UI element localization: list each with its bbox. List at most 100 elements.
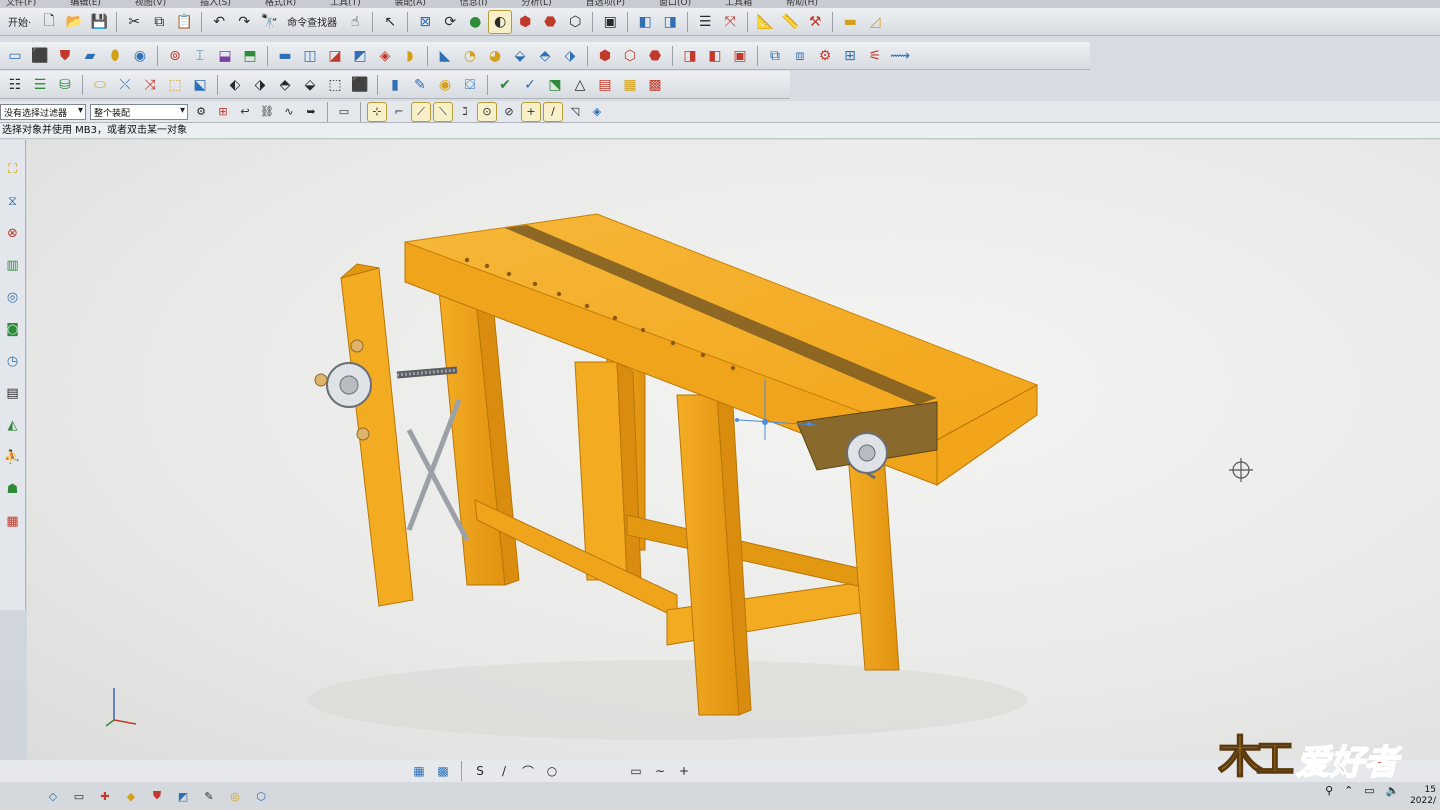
verify-icon[interactable]: ✓ bbox=[519, 74, 541, 96]
warning-triangle-icon[interactable]: △ bbox=[569, 74, 591, 96]
boss-icon[interactable]: ⌶ bbox=[189, 45, 211, 67]
manufacturing-wizard-icon[interactable]: ◭ bbox=[3, 414, 23, 436]
pen-icon[interactable]: ✎ bbox=[409, 74, 431, 96]
background-icon[interactable]: ▣ bbox=[599, 11, 621, 33]
menu-item[interactable]: 信息(I) bbox=[460, 0, 488, 8]
move-object-icon[interactable]: ⤧ bbox=[719, 11, 741, 33]
move-component-icon[interactable]: ⬣ bbox=[644, 45, 666, 67]
menu-item[interactable]: 工具(T) bbox=[330, 0, 361, 8]
menu-item[interactable]: 首选项(P) bbox=[586, 0, 625, 8]
paint-icon[interactable]: ⛋ bbox=[459, 74, 481, 96]
profile-icon[interactable]: S bbox=[471, 762, 489, 780]
image-capture-icon[interactable]: ▦ bbox=[619, 74, 641, 96]
layer-settings-icon[interactable]: ☰ bbox=[694, 11, 716, 33]
check-icon[interactable]: ✔ bbox=[494, 74, 516, 96]
workbench-model[interactable] bbox=[27, 140, 1440, 760]
shaded-render-icon[interactable]: ● bbox=[464, 11, 486, 33]
rotate-view-icon[interactable]: ⟳ bbox=[439, 11, 461, 33]
bounded-grid-snap-icon[interactable]: ◈ bbox=[588, 103, 606, 121]
stack-icon[interactable]: ☰ bbox=[29, 74, 51, 96]
render-style-icon[interactable]: ◐ bbox=[488, 9, 513, 34]
palette-icon[interactable]: ▦ bbox=[3, 510, 23, 532]
line-icon[interactable]: / bbox=[495, 762, 513, 780]
shaded-with-edges-icon[interactable]: ⬢ bbox=[514, 11, 536, 33]
network-icon[interactable]: ⚲ bbox=[1325, 785, 1333, 796]
shaded-icon[interactable]: ⬣ bbox=[539, 11, 561, 33]
database-icon[interactable]: ⛁ bbox=[54, 74, 76, 96]
menu-item[interactable]: 视图(V) bbox=[135, 0, 166, 8]
clip-section-icon[interactable]: ◨ bbox=[659, 11, 681, 33]
taskbar-app-icon[interactable]: ◇ bbox=[44, 787, 62, 805]
shell-icon[interactable]: ◔ bbox=[459, 45, 481, 67]
trim-body-icon[interactable]: ⬗ bbox=[559, 45, 581, 67]
cylinder-icon-2[interactable]: ▮ bbox=[384, 74, 406, 96]
measure-distance-icon[interactable]: 📐 bbox=[754, 11, 776, 33]
endpoint-snap-icon[interactable]: ⌐ bbox=[390, 103, 408, 121]
edge-blend-icon[interactable]: ◗ bbox=[399, 45, 421, 67]
new-file-icon[interactable]: 🗋 bbox=[38, 11, 60, 33]
offset-region-icon[interactable]: ⬚ bbox=[164, 74, 186, 96]
chamfer-icon[interactable]: ◣ bbox=[434, 45, 456, 67]
assembly-sequence-icon[interactable]: ⊞ bbox=[839, 45, 861, 67]
block-icon[interactable]: ▰ bbox=[79, 45, 101, 67]
menu-item[interactable]: 窗口(O) bbox=[659, 0, 691, 8]
hole-icon[interactable]: ⊚ bbox=[164, 45, 186, 67]
revolve-icon[interactable]: ⛊ bbox=[54, 45, 76, 67]
fit-view-icon[interactable]: ⊠ bbox=[414, 11, 436, 33]
part-navigator-icon[interactable]: ⊗ bbox=[3, 222, 23, 244]
taskbar-app-icon[interactable]: ◩ bbox=[174, 787, 192, 805]
layer-icon[interactable]: ☷ bbox=[4, 74, 26, 96]
groove-icon[interactable]: ◫ bbox=[299, 45, 321, 67]
taskbar-app-icon[interactable]: ⬡ bbox=[252, 787, 270, 805]
thread-icon[interactable]: ◉ bbox=[434, 74, 456, 96]
report-icon[interactable]: ▤ bbox=[594, 74, 616, 96]
wireframe-icon[interactable]: ⬡ bbox=[564, 11, 586, 33]
section-view-icon[interactable]: ◧ bbox=[634, 11, 656, 33]
finish-sketch-icon[interactable]: ▩ bbox=[434, 762, 452, 780]
triangle-ruler-icon[interactable]: ◿ bbox=[864, 11, 886, 33]
history-icon[interactable]: ◙ bbox=[3, 318, 23, 340]
extrude-icon[interactable]: ⬛ bbox=[29, 45, 51, 67]
route-icon[interactable]: ⟿ bbox=[889, 45, 911, 67]
resize-blend-icon[interactable]: ⬗ bbox=[249, 74, 271, 96]
subtract-icon[interactable]: ◩ bbox=[349, 45, 371, 67]
curve-rule-icon[interactable]: ∿ bbox=[280, 103, 298, 121]
snap-point-icon[interactable]: ⊹ bbox=[367, 101, 387, 122]
control-point-snap-icon[interactable]: ⟍ bbox=[433, 101, 453, 122]
weld-icon[interactable]: ⚟ bbox=[864, 45, 886, 67]
move-face-icon[interactable]: ⤬ bbox=[114, 74, 136, 96]
touch-mode-icon[interactable]: ☝ bbox=[344, 11, 366, 33]
constraint-navigator-icon[interactable]: ⧖ bbox=[3, 190, 23, 212]
command-finder-icon[interactable]: 🔭 bbox=[258, 11, 280, 33]
arc-center-snap-icon[interactable]: ⊙ bbox=[477, 101, 497, 122]
follow-icon[interactable]: ➥ bbox=[302, 103, 320, 121]
copy-face-icon[interactable]: ⬘ bbox=[274, 74, 296, 96]
process-studio-icon[interactable]: ▤ bbox=[3, 382, 23, 404]
ruler-icon[interactable]: ▬ bbox=[839, 11, 861, 33]
unite-icon[interactable]: ◪ bbox=[324, 45, 346, 67]
open-folder-icon[interactable]: 📂 bbox=[63, 11, 85, 33]
cylinder-icon[interactable]: ⬮ bbox=[104, 45, 126, 67]
mirror-icon[interactable]: ⬘ bbox=[534, 45, 556, 67]
pattern-icon[interactable]: ⬙ bbox=[509, 45, 531, 67]
volume-icon[interactable]: 🔈 bbox=[1385, 785, 1399, 796]
intersect-icon[interactable]: ◈ bbox=[374, 45, 396, 67]
existing-point-snap-icon[interactable]: + bbox=[521, 101, 541, 122]
taskbar-app-icon[interactable]: ⛊ bbox=[148, 787, 166, 805]
roles-icon[interactable]: ⛹ bbox=[3, 446, 23, 468]
menu-item[interactable]: 插入(S) bbox=[200, 0, 231, 8]
redo-icon[interactable]: ↷ bbox=[233, 11, 255, 33]
graphics-window[interactable] bbox=[27, 140, 1440, 760]
selection-scope-dropdown[interactable]: 整个装配 bbox=[90, 103, 188, 120]
web-browser-icon[interactable]: ◎ bbox=[3, 286, 23, 308]
menu-item[interactable]: 装配(A) bbox=[395, 0, 426, 8]
assembly-navigator-icon[interactable]: ⛶ bbox=[3, 158, 23, 180]
selection-icon[interactable]: ↖ bbox=[379, 11, 401, 33]
rectangle-select-icon[interactable]: ▭ bbox=[335, 103, 353, 121]
menu-item[interactable]: 分析(L) bbox=[522, 0, 552, 8]
quadrant-snap-icon[interactable]: ⊘ bbox=[500, 103, 518, 121]
menu-item[interactable]: 工具箱 bbox=[725, 0, 752, 8]
studio-spline-icon[interactable]: ∼ bbox=[651, 762, 669, 780]
point-icon[interactable]: + bbox=[675, 762, 693, 780]
menu-item[interactable]: 文件(F) bbox=[6, 0, 36, 8]
